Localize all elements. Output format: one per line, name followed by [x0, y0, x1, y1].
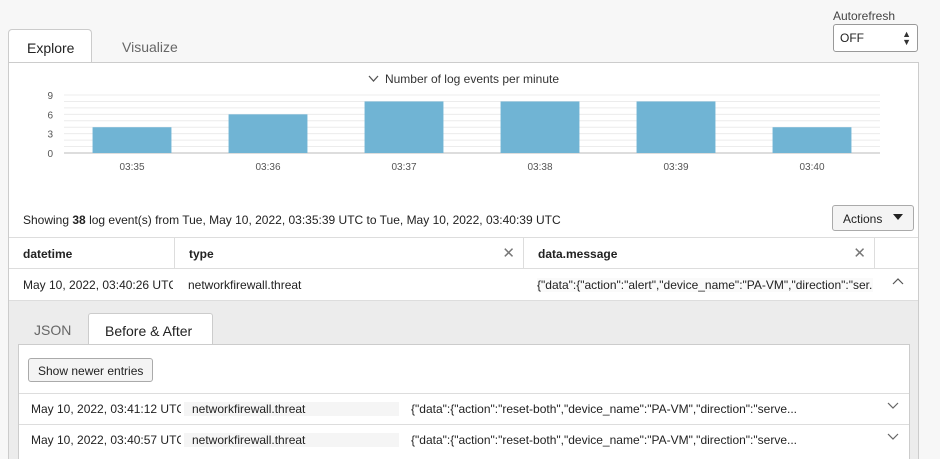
- actions-label: Actions: [843, 212, 883, 226]
- updown-icon: ▲ ▼: [902, 29, 911, 47]
- entry-message: {"data":{"action":"reset-both","device_n…: [411, 402, 797, 416]
- tab-visualize[interactable]: Visualize: [104, 29, 196, 63]
- summary-text: Showing 38 log event(s) from Tue, May 10…: [23, 213, 561, 227]
- chevron-down-icon[interactable]: [887, 432, 899, 444]
- y-tick-label: 0: [47, 149, 53, 160]
- entry-datetime: May 10, 2022, 03:41:12 UTC: [31, 402, 181, 416]
- column-type[interactable]: type ✕: [175, 238, 524, 269]
- y-tick-label: 3: [47, 130, 53, 141]
- entry-type: networkfirewall.threat: [184, 433, 399, 447]
- x-tick-label: 03:39: [663, 162, 688, 173]
- autorefresh-label: Autorefresh: [833, 9, 896, 23]
- bar-03:38[interactable]: [500, 101, 580, 153]
- autorefresh-select[interactable]: OFF ▲ ▼: [833, 24, 918, 52]
- chart-title-text: Number of log events per minute: [384, 72, 560, 86]
- x-tick-label: 03:37: [391, 162, 416, 173]
- bar-03:40[interactable]: [772, 127, 852, 153]
- summary-prefix: Showing: [23, 213, 73, 227]
- column-datetime-label: datetime: [23, 247, 73, 261]
- chevron-down-icon: [368, 72, 379, 86]
- x-tick-label: 03:40: [799, 162, 824, 173]
- entry-type: networkfirewall.threat: [184, 402, 399, 416]
- tab-before-after[interactable]: Before & After: [88, 313, 213, 345]
- before-after-panel: Show newer entries May 10, 2022, 03:41:1…: [18, 344, 910, 459]
- row-datetime: May 10, 2022, 03:40:26 UTC: [23, 278, 173, 292]
- entry-datetime: May 10, 2022, 03:40:57 UTC: [31, 433, 181, 447]
- bar-03:39[interactable]: [636, 101, 716, 153]
- tab-explore[interactable]: Explore: [8, 29, 92, 63]
- y-tick-label: 9: [47, 91, 53, 102]
- list-item[interactable]: May 10, 2022, 03:41:12 UTC networkfirewa…: [19, 393, 909, 424]
- list-item[interactable]: May 10, 2022, 03:40:57 UTC networkfirewa…: [19, 424, 909, 455]
- remove-column-icon[interactable]: ✕: [853, 244, 866, 262]
- column-type-label: type: [189, 247, 214, 261]
- y-tick-label: 6: [47, 110, 53, 121]
- show-newer-button[interactable]: Show newer entries: [28, 358, 154, 382]
- table-header: datetime type ✕ data.message ✕: [9, 237, 918, 269]
- chevron-up-icon[interactable]: [892, 276, 904, 288]
- caret-down-icon: [893, 214, 903, 220]
- chart-title[interactable]: Number of log events per minute: [9, 72, 918, 86]
- x-tick-label: 03:35: [119, 162, 144, 173]
- column-datetime[interactable]: datetime: [9, 238, 175, 269]
- event-count: 38: [72, 213, 86, 227]
- column-message-label: data.message: [538, 247, 618, 261]
- tab-json[interactable]: JSON: [18, 313, 87, 345]
- column-message[interactable]: data.message ✕: [524, 238, 875, 269]
- summary-suffix: log event(s) from Tue, May 10, 2022, 03:…: [85, 213, 561, 227]
- bar-03:35[interactable]: [92, 127, 172, 153]
- explore-panel: Number of log events per minute 0 3 6 9 03:3…: [8, 62, 919, 459]
- bar-03:36[interactable]: [228, 114, 308, 153]
- remove-column-icon[interactable]: ✕: [502, 244, 515, 262]
- bar-03:37[interactable]: [364, 101, 444, 153]
- x-tick-label: 03:36: [255, 162, 280, 173]
- entry-message: {"data":{"action":"reset-both","device_n…: [411, 433, 797, 447]
- chevron-down-icon[interactable]: [887, 401, 899, 413]
- events-bar-chart: 0 3 6 9 03:35 03:36 03:37 03:38 03:39 03:40: [47, 91, 880, 173]
- row-detail: JSON Before & After Show newer entries M…: [9, 301, 918, 459]
- actions-button[interactable]: Actions: [832, 205, 914, 231]
- row-message: {"data":{"action":"alert","device_name":…: [537, 278, 873, 292]
- table-row[interactable]: May 10, 2022, 03:40:26 UTC networkfirewa…: [9, 269, 918, 301]
- autorefresh-value: OFF: [840, 31, 864, 45]
- row-type: networkfirewall.threat: [188, 278, 302, 292]
- x-tick-label: 03:38: [527, 162, 552, 173]
